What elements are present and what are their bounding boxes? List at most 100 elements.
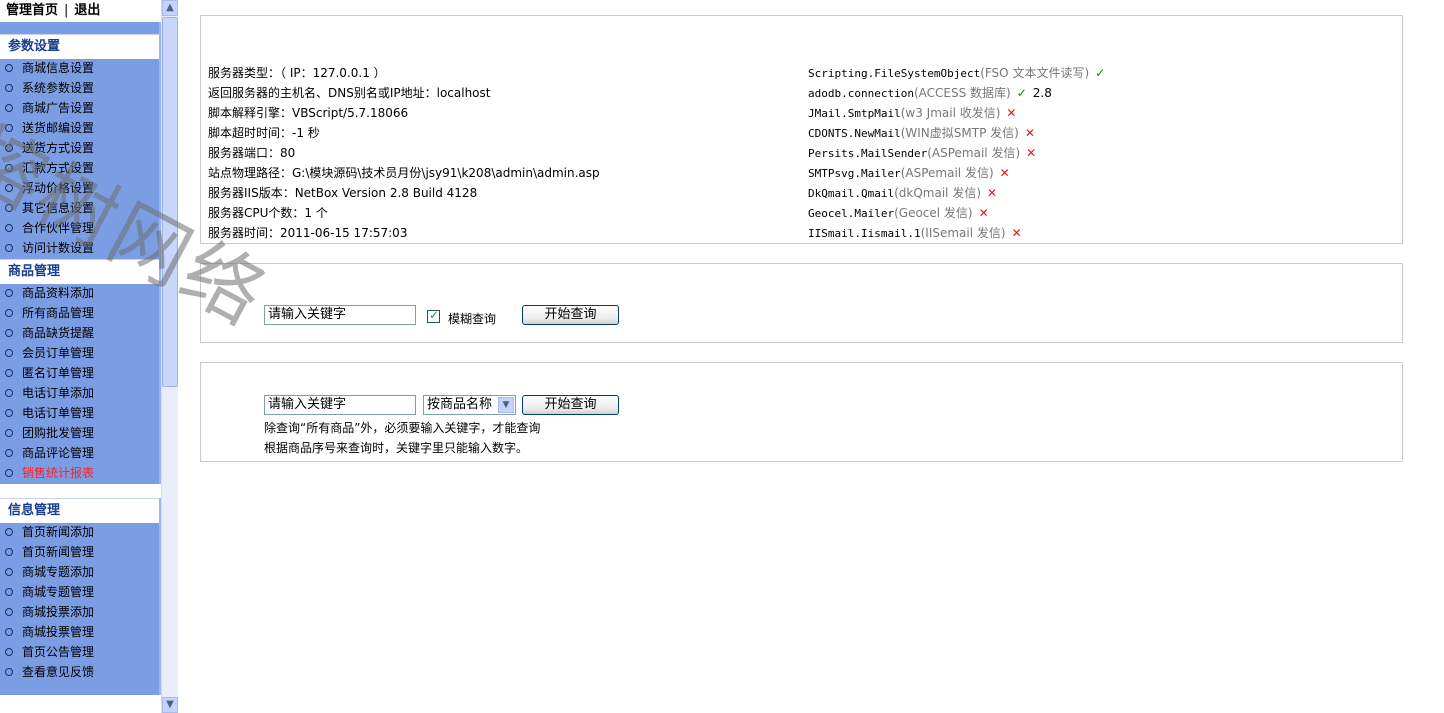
bullet-icon (5, 123, 13, 132)
sidebar-item[interactable]: 团购批发管理 (0, 424, 159, 444)
sidebar-item[interactable]: 首页新闻管理 (0, 543, 159, 563)
sidebar-item-label: 商城专题添加 (22, 565, 95, 579)
component-name: CDONTS.NewMail (808, 127, 901, 140)
sidebar-item-label: 商品缺货提醒 (22, 326, 95, 340)
sidebar-item[interactable]: 商城专题添加 (0, 563, 159, 583)
nav-bottom-strip (0, 683, 161, 695)
sidebar-item[interactable]: 汇款方式设置 (0, 159, 159, 179)
component-desc: (dkQmail 发信) (894, 186, 981, 200)
bullet-icon (5, 83, 13, 92)
scroll-down-button[interactable]: ▼ (162, 697, 178, 713)
product-search-panel: 请输入关键字 按商品名称 ▼ 开始查询 除查询“所有商品”外，必须要输入关键字，… (200, 362, 1403, 462)
bullet-icon (5, 348, 13, 357)
server-info-row: 服务器CPU个数：1 个 (208, 206, 328, 220)
bullet-icon (5, 587, 13, 596)
keyword-input-1[interactable]: 请输入关键字 (264, 305, 416, 325)
bullet-icon (5, 308, 13, 317)
nav-group: 信息管理 首页新闻添加 首页新闻管理商城专题添加商城专题管理 商城投票添加商城投票管理… (0, 498, 161, 683)
sidebar-item[interactable]: 合作伙伴管理 (0, 219, 159, 239)
nav-item-list: 商品资料添加所有商品管理 商品缺货提醒会员订单管理 匿名订单管理 电话订单添加 电话订单… (0, 284, 159, 484)
sidebar-item[interactable]: 商品缺货提醒 (0, 324, 159, 344)
sidebar-item-label: 查看意见反馈 (22, 665, 95, 679)
sidebar-item[interactable]: 送货方式设置 (0, 139, 159, 159)
cross-icon: ✕ (1006, 106, 1017, 120)
server-info-row: 服务器端口：80 (208, 146, 296, 160)
cross-icon: ✕ (987, 186, 998, 200)
logout-link[interactable]: 退出 (74, 3, 100, 18)
bullet-icon (5, 103, 13, 112)
sidebar-item[interactable]: 其它信息设置 (0, 199, 159, 219)
sidebar-item[interactable]: 访问计数设置 (0, 239, 159, 259)
keyword-input-2[interactable]: 请输入关键字 (264, 395, 416, 415)
bullet-icon (5, 448, 13, 457)
fuzzy-checkbox[interactable]: ✓ (427, 308, 440, 323)
sidebar-item[interactable]: 商品资料添加 (0, 284, 159, 304)
sidebar-item[interactable]: 会员订单管理 (0, 344, 159, 364)
sidebar-item[interactable]: 查看意见反馈 (0, 663, 159, 683)
search-field-value: 按商品名称 (427, 397, 493, 412)
component-row: JMail.SmtpMail(w3 Jmail 收发信) ✕ (808, 103, 1016, 123)
component-version: 2.8 (1032, 86, 1052, 100)
sidebar-item-label: 商城广告设置 (22, 101, 95, 115)
nav-group-title[interactable]: 参数设置 (0, 34, 159, 59)
bullet-icon (5, 63, 13, 72)
cross-icon: ✕ (1024, 126, 1035, 140)
sidebar-item[interactable]: 商城投票管理 (0, 623, 159, 643)
vertical-scrollbar[interactable]: ▲ ▼ (161, 0, 178, 713)
component-desc: (WIN虚拟SMTP 发信) (900, 126, 1019, 140)
nav-gap (0, 484, 161, 498)
nav-top-strip (0, 22, 161, 34)
bullet-icon (5, 183, 13, 192)
sidebar-item-label: 首页公告管理 (22, 645, 95, 659)
sidebar-item[interactable]: 商城信息设置 (0, 59, 159, 79)
sidebar-item[interactable]: 商品评论管理 (0, 444, 159, 464)
scroll-up-button[interactable]: ▲ (162, 0, 178, 16)
bullet-icon (5, 627, 13, 636)
server-info-row: 返回服务器的主机名、DNS别名或IP地址：localhost (208, 86, 491, 100)
sidebar-item-label: 所有商品管理 (22, 306, 95, 320)
sidebar-item-label: 商城投票管理 (22, 625, 95, 639)
search-button-2[interactable]: 开始查询 (522, 395, 619, 415)
sidebar-item[interactable]: 电话订单管理 (0, 404, 159, 424)
top-links: 管理首页 | 退出 (0, 0, 161, 22)
search-button-1[interactable]: 开始查询 (522, 305, 619, 325)
sidebar-item[interactable]: 商城专题管理 (0, 583, 159, 603)
nav-group-title[interactable]: 信息管理 (0, 498, 159, 523)
sidebar-item[interactable]: 商城投票添加 (0, 603, 159, 623)
bullet-icon (5, 243, 13, 252)
server-info-row: 服务器时间：2011-06-15 17:57:03 (208, 226, 408, 240)
sidebar-item-label: 系统参数设置 (22, 81, 95, 95)
sidebar-item[interactable]: 浮动价格设置 (0, 179, 159, 199)
cross-icon: ✕ (1011, 226, 1022, 240)
chevron-down-icon[interactable]: ▼ (498, 397, 514, 413)
sidebar-item[interactable]: 首页公告管理 (0, 643, 159, 663)
sidebar-item[interactable]: 商城广告设置 (0, 99, 159, 119)
scroll-thumb[interactable] (162, 17, 178, 387)
nav-item-list: 商城信息设置系统参数设置 商城广告设置 送货邮编设置送货方式设置汇款方式设置浮动价格… (0, 59, 159, 259)
check-icon: ✓ (1095, 66, 1106, 80)
sidebar-item[interactable]: 系统参数设置 (0, 79, 159, 99)
component-name: SMTPsvg.Mailer (808, 167, 901, 180)
admin-home-link[interactable]: 管理首页 (6, 3, 58, 18)
sidebar-item[interactable]: 电话订单添加 (0, 384, 159, 404)
nav-group-title[interactable]: 商品管理 (0, 259, 159, 284)
sidebar-item-label: 销售统计报表 (22, 466, 95, 480)
component-name: Persits.MailSender (808, 147, 928, 160)
cross-icon: ✕ (1026, 146, 1037, 160)
sidebar-item[interactable]: 首页新闻添加 (0, 523, 159, 543)
sidebar-item-label: 汇款方式设置 (22, 161, 95, 175)
bullet-icon (5, 223, 13, 232)
component-row: adodb.connection(ACCESS 数据库) ✓ 2.8 (808, 83, 1052, 103)
fuzzy-label: 模糊查询 (448, 312, 497, 326)
sidebar-item[interactable]: 销售统计报表 (0, 464, 159, 484)
cross-icon: ✕ (978, 206, 989, 220)
sidebar-item[interactable]: 所有商品管理 (0, 304, 159, 324)
sidebar-item[interactable]: 匿名订单管理 (0, 364, 159, 384)
component-row: Geocel.Mailer(Geocel 发信) ✕ (808, 203, 989, 223)
component-name: adodb.connection (808, 87, 914, 100)
sidebar-item-label: 送货邮编设置 (22, 121, 95, 135)
search-field-select[interactable]: 按商品名称 ▼ (423, 395, 516, 415)
sidebar-item[interactable]: 送货邮编设置 (0, 119, 159, 139)
keyword-search-panel: 请输入关键字 ✓ 模糊查询 开始查询 (200, 263, 1403, 343)
bullet-icon (5, 408, 13, 417)
